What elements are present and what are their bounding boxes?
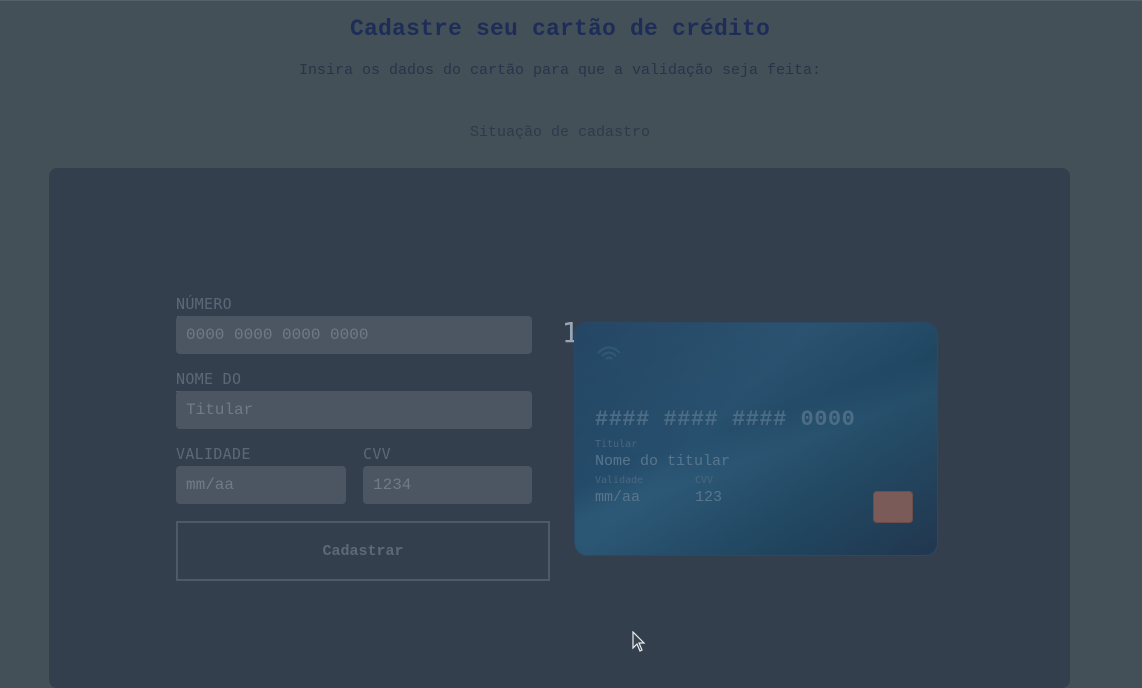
page-title: Cadastre seu cartão de crédito [349, 16, 771, 42]
chip-icon [873, 491, 913, 523]
card-cvv-caption: CVV [695, 475, 714, 486]
card-expiry-display: mm/aa [595, 489, 641, 506]
register-button[interactable]: Cadastrar [176, 521, 550, 581]
credit-card-preview: #### #### #### 0000 Titular Nome do titu… [575, 323, 937, 555]
registration-status: Situação de cadastro [469, 124, 651, 141]
holder-name-input[interactable] [176, 391, 532, 429]
cvv-input[interactable] [363, 466, 532, 504]
expiry-label: VALIDADE [176, 445, 251, 463]
card-expiry-caption: Validade [595, 475, 644, 486]
card-holder-caption: Titular [595, 439, 638, 450]
top-divider [0, 0, 1142, 1]
cvv-label: CVV [363, 445, 391, 463]
card-cvv-display: 123 [695, 489, 723, 506]
card-number-display: #### #### #### 0000 [595, 407, 856, 432]
expiry-input[interactable] [176, 466, 346, 504]
contactless-icon [597, 346, 621, 360]
page-subtitle: Insira os dados do cartão para que a val… [298, 62, 822, 79]
mouse-cursor-icon [632, 631, 646, 652]
card-form-panel: NÚMERO DO CARTÃO NOME DO TITULAR VALIDAD… [49, 168, 1070, 688]
card-holder-display: Nome do titular [595, 453, 731, 470]
card-number-input[interactable] [176, 316, 532, 354]
